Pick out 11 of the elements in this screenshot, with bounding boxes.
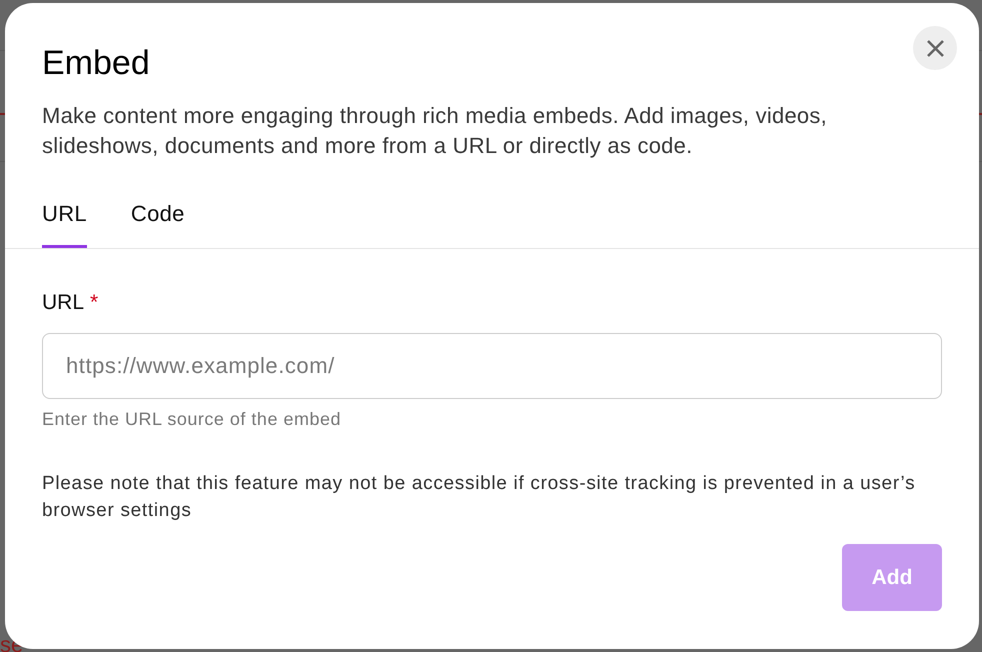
close-icon: [926, 40, 944, 56]
close-button[interactable]: [913, 26, 957, 70]
helper-text: Enter the URL source of the embed: [42, 408, 342, 430]
dialog-title: Embed: [42, 43, 150, 83]
dialog-description: Make content more engaging through rich media embeds. Add images, videos, slideshows, documents and more from a URL or directly as code.: [42, 102, 828, 160]
url-input-field[interactable]: https://www.example.com/: [42, 333, 942, 399]
tab[interactable]: Code: [130, 198, 185, 248]
required-mark: *: [90, 290, 98, 316]
note-text: Please note that this feature may not be accessible if cross-site tracking is prevented in a user’s browser settings: [42, 472, 916, 523]
field-label: URL: [42, 290, 84, 316]
tab[interactable]: URL: [42, 198, 87, 248]
